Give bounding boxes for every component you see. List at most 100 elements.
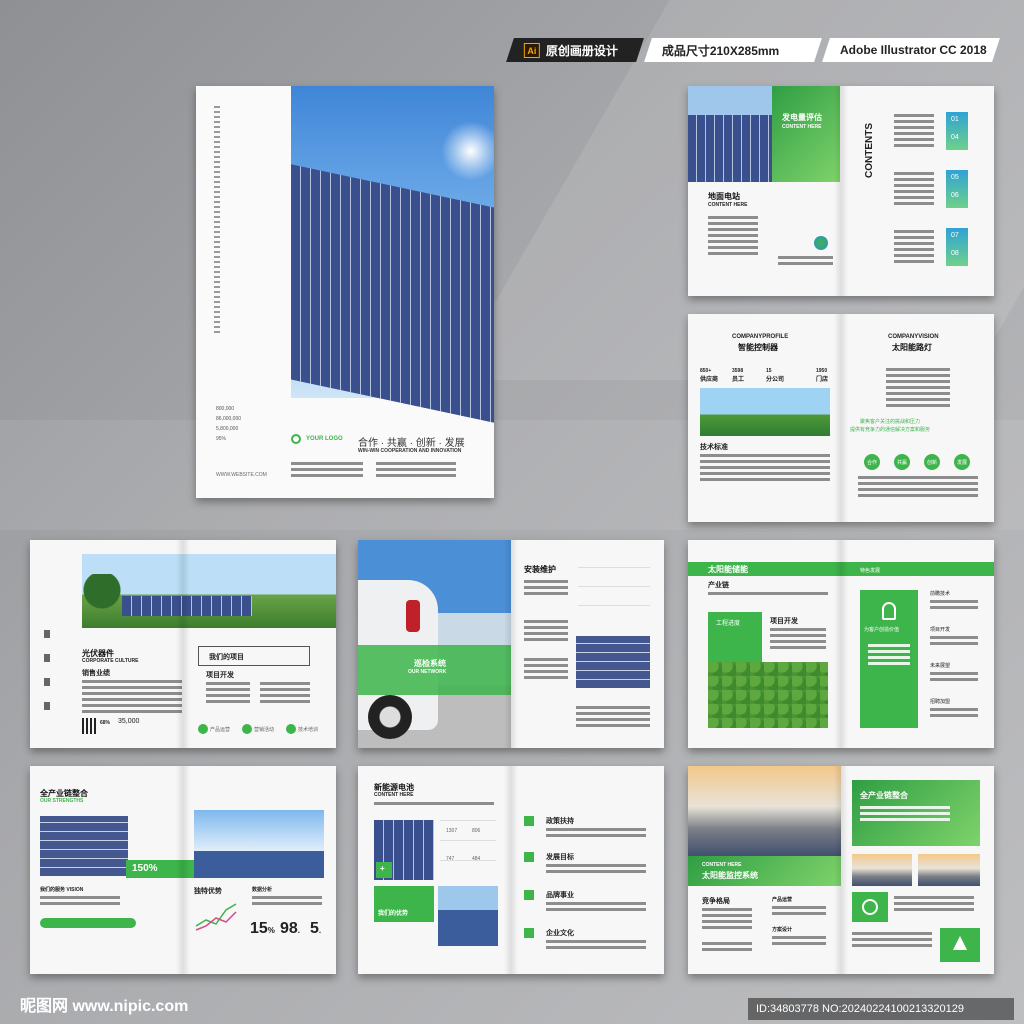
side-item: 前瞻技术 <box>930 591 951 597</box>
profile-cn: 智能控制器 <box>738 343 778 352</box>
text-lines <box>252 896 322 908</box>
col-label: 产品运营 <box>772 897 793 903</box>
vision-cn: 太阳能路灯 <box>892 343 932 352</box>
marketing-icon <box>242 724 252 734</box>
trend-chart <box>195 903 237 931</box>
stat: 15 分公司 <box>766 368 785 383</box>
side-item: 未来展望 <box>930 663 951 669</box>
target-block <box>852 892 888 922</box>
value-circle: 发展 <box>954 454 970 470</box>
globe-icon <box>814 236 828 250</box>
sunset-photo <box>688 766 841 856</box>
text-lines <box>524 658 568 682</box>
feature-label: 特色发展 <box>860 568 881 574</box>
overlay-title: 巡检系统 <box>414 659 446 668</box>
spread-storage: 太阳能储能 特色发展 产业链 工程进度 项目开发 为客户创造价值 前瞻技术 项目… <box>688 540 994 748</box>
advantage-block: 我们的优势 <box>374 886 434 922</box>
icon-label: 技术培训 <box>298 727 319 733</box>
rocket-icon <box>882 602 896 620</box>
vision-quote: 提供有竞争力的通信解决方案和服务 <box>850 427 931 433</box>
grid-num: 806 <box>472 828 481 834</box>
cover-website: WWW.WEBSITE.COM <box>216 472 267 478</box>
toc-number: 04 <box>951 134 959 141</box>
item-icon <box>524 890 534 900</box>
icon-label: 产品运营 <box>210 727 231 733</box>
text-lines <box>546 864 646 876</box>
text-lines <box>374 802 494 808</box>
install-title: 安装维护 <box>524 565 556 574</box>
num-label: 35,000 <box>118 718 140 725</box>
text-lines <box>852 932 932 950</box>
toc-number: 08 <box>951 250 959 257</box>
strengths-subtitle: OUR STRENGTHS <box>40 798 84 804</box>
icon-grid <box>578 566 650 624</box>
text-lines <box>576 706 650 730</box>
product-icon <box>198 724 208 734</box>
stat: 1950 门店 <box>816 368 829 383</box>
toc-title: CONTENTS <box>864 123 875 178</box>
cover-slogan-en: WIN-WIN COOPERATION AND INNOVATION <box>358 448 462 454</box>
project-label: 项目开发 <box>770 618 798 625</box>
text-lines <box>778 256 833 268</box>
tree-block <box>940 928 980 962</box>
text-lines <box>82 680 182 716</box>
text-lines <box>546 828 646 840</box>
logo-icon <box>291 434 301 444</box>
vertical-text <box>214 106 220 336</box>
cover-logo: YOUR LOGO <box>306 436 343 442</box>
text-lines <box>524 580 568 598</box>
col-label: 方案设计 <box>772 927 793 933</box>
stat-grid: 1307 806 747 484 <box>440 820 496 880</box>
item-icon <box>524 816 534 826</box>
wind-photo <box>194 810 324 878</box>
illustrator-icon: Ai <box>524 42 540 58</box>
toc-number: 05 <box>951 174 959 181</box>
stat-big: 15% <box>250 920 275 937</box>
toc-lines <box>894 114 934 150</box>
text-lines <box>40 896 120 908</box>
text-lines <box>702 908 752 932</box>
overlay-subtitle: OUR NETWORK <box>408 669 447 675</box>
text-lines <box>868 644 910 668</box>
grid-num: 1307 <box>446 828 458 834</box>
text-lines <box>770 628 826 652</box>
storage-title: 太阳能储能 <box>708 565 748 574</box>
text-lines <box>546 902 646 914</box>
chain-label: 产业链 <box>708 582 729 589</box>
item-label: 政策扶持 <box>546 818 574 825</box>
vision-label: 我们的服务 VISION <box>40 887 84 893</box>
text-lines <box>546 940 646 952</box>
car-light <box>406 600 420 632</box>
profile-en: COMPANYPROFILE <box>732 334 789 340</box>
text-lines <box>930 636 978 648</box>
green-block <box>772 86 840 182</box>
spread-pv: 光伏器件 CORPORATE CULTURE 销售业绩 68% 35,000 我… <box>30 540 336 748</box>
solar-panels <box>122 596 252 616</box>
power-subtitle: CONTENT HERE <box>782 124 822 130</box>
pv-subtitle: CORPORATE CULTURE <box>82 658 139 664</box>
pct-label: 68% <box>100 720 111 726</box>
value-circle: 合作 <box>864 454 880 470</box>
panel-photo <box>852 854 912 886</box>
spread-battery: 新能源电池 CONTENT HERE + 1307 806 747 484 我们… <box>358 766 664 974</box>
text-lines <box>860 806 950 824</box>
grid-num: 747 <box>446 856 455 862</box>
project-box: 我们的项目 <box>198 646 310 666</box>
toc-lines <box>894 230 934 266</box>
text-lines <box>206 682 250 706</box>
text-lines <box>524 620 568 644</box>
text-lines <box>858 476 978 500</box>
cover-slogan: 合作 · 共赢 · 创新 · 发展 <box>358 438 465 449</box>
id-text: ID:34803778 NO:20240224100213320129 <box>756 1003 964 1015</box>
monitor-cn: 太阳能监控系统 <box>702 871 758 880</box>
ground-subtitle: CONTENT HERE <box>708 202 748 208</box>
solar-panel <box>291 164 494 423</box>
wind-farm-photo <box>700 388 830 436</box>
monitor-en: CONTENT HERE <box>702 862 742 868</box>
chart-icon <box>82 718 98 734</box>
panel-photo <box>918 854 980 886</box>
solar-photo <box>688 86 772 182</box>
text-lines <box>708 216 758 258</box>
software-badge: Adobe Illustrator CC 2018 <box>822 38 1000 62</box>
item-label: 品牌事业 <box>546 892 574 899</box>
